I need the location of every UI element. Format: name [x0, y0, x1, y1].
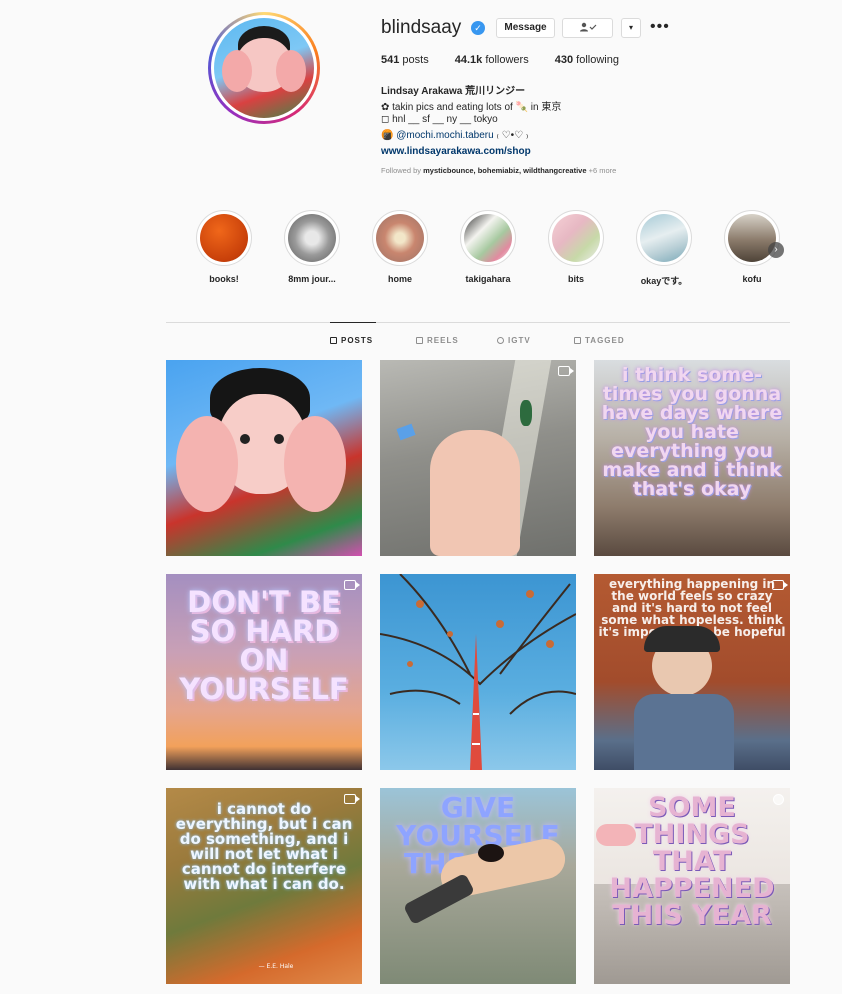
- tab-igtv[interactable]: IGTV: [497, 336, 531, 345]
- post-tile[interactable]: i think some- times you gonna have days …: [594, 360, 790, 556]
- post-tile[interactable]: i cannot do everything, but i can do som…: [166, 788, 362, 984]
- highlight-label: bits: [567, 274, 584, 284]
- highlight-item[interactable]: okayです。: [636, 210, 692, 287]
- bio-line: ✿ takin pics and eating lots of 🍡 in 東京: [381, 102, 562, 113]
- reels-icon: [416, 337, 423, 344]
- highlight-cover: [552, 214, 600, 262]
- tab-reels[interactable]: REELS: [416, 336, 459, 345]
- post-tile[interactable]: DON'T BE SO HARD ON YOURSELF: [166, 574, 362, 770]
- highlight-item[interactable]: takigahara: [460, 210, 516, 284]
- highlight-cover: [464, 214, 512, 262]
- bio-line: ◻ hnl __ sf __ ny __ tokyo: [381, 114, 498, 125]
- tree-branches: [380, 574, 576, 770]
- video-icon: [344, 580, 360, 590]
- highlight-item[interactable]: home: [372, 210, 428, 284]
- highlight-cover: [200, 214, 248, 262]
- bio-line: 🍘 @mochi.mochi.taberu ₍ ♡•♡ ₎: [381, 130, 529, 141]
- options-more-icon[interactable]: •••: [650, 18, 670, 36]
- highlight-item[interactable]: bits: [548, 210, 604, 284]
- stat-following[interactable]: 430 following: [555, 54, 619, 66]
- person-check-icon: [579, 23, 596, 32]
- bio-mention-link[interactable]: @mochi.mochi.taberu: [396, 130, 493, 141]
- highlight-label: kofu: [742, 274, 762, 284]
- tab-posts[interactable]: POSTS: [330, 336, 373, 345]
- tab-tagged[interactable]: TAGGED: [574, 336, 625, 345]
- verified-badge-icon: ✓: [471, 21, 485, 35]
- followed-by-text[interactable]: Followed by mysticbounce, bohemiabiz, wi…: [381, 166, 616, 175]
- igtv-icon: [497, 337, 504, 344]
- grid-icon: [330, 337, 337, 344]
- stat-followers[interactable]: 44.1k followers: [455, 54, 529, 66]
- video-icon: [344, 794, 360, 804]
- message-button[interactable]: Message: [496, 18, 555, 38]
- profile-stats: 541 posts 44.1k followers 430 following: [381, 54, 645, 66]
- highlight-cover: [640, 214, 688, 262]
- highlight-label: okayです。: [640, 276, 688, 286]
- post-tile[interactable]: [166, 360, 362, 556]
- post-text-overlay: DON'T BE SO HARD ON YOURSELF: [179, 585, 349, 706]
- highlight-cover: [288, 214, 336, 262]
- following-button[interactable]: [562, 18, 613, 38]
- post-tile[interactable]: [380, 574, 576, 770]
- profile-full-name: Lindsay Arakawa 荒川リンジー: [381, 86, 526, 97]
- post-text-overlay: i cannot do everything, but i can do som…: [175, 800, 353, 893]
- highlight-label: books!: [209, 274, 239, 284]
- highlight-label: takigahara: [465, 274, 511, 284]
- post-tile[interactable]: everything happening in the world feels …: [594, 574, 790, 770]
- profile-website-link[interactable]: www.lindsayarakawa.com/shop: [381, 146, 531, 157]
- highlight-label: 8mm jour...: [288, 274, 336, 284]
- post-tile[interactable]: SOME THINGS THAT HAPPENED THIS YEAR: [594, 788, 790, 984]
- carousel-icon: [773, 794, 784, 805]
- profile-username: blindsaay: [381, 17, 462, 38]
- post-tile[interactable]: [380, 360, 576, 556]
- suggested-dropdown-button[interactable]: ▾: [621, 18, 641, 38]
- tabs-divider: [166, 322, 790, 323]
- stat-posts: 541 posts: [381, 54, 429, 66]
- avatar-illustration: [214, 18, 314, 118]
- post-tile[interactable]: GIVE YOURSELF THE TIME: [380, 788, 576, 984]
- video-icon: [772, 580, 788, 590]
- video-icon: [558, 366, 574, 376]
- profile-avatar[interactable]: [208, 12, 320, 124]
- highlight-item[interactable]: 8mm jour...: [284, 210, 340, 284]
- post-text-overlay: i think some- times you gonna have days …: [601, 364, 783, 500]
- active-tab-indicator: [330, 322, 376, 323]
- quote-credit: — E.E. Hale: [258, 963, 294, 970]
- chevron-right-icon[interactable]: ›: [768, 242, 784, 258]
- tagged-icon: [574, 337, 581, 344]
- highlight-label: home: [387, 274, 412, 284]
- highlight-item[interactable]: books!: [196, 210, 252, 284]
- highlight-cover: [376, 214, 424, 262]
